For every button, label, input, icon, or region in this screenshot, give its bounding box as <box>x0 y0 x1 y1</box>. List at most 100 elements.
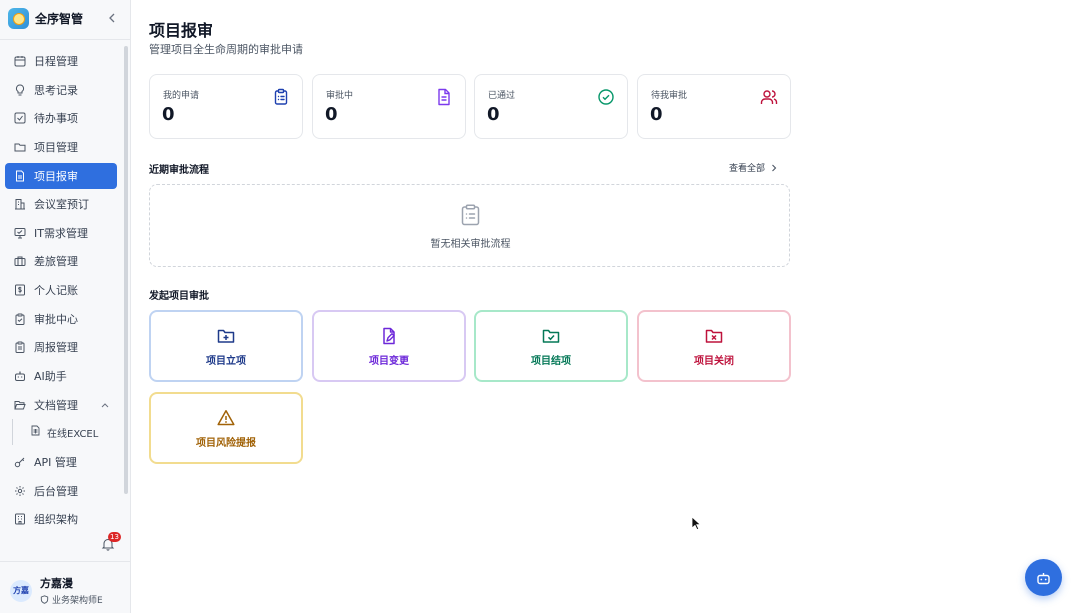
lightbulb-icon <box>13 83 26 96</box>
report-icon <box>13 341 26 354</box>
sidebar-item-online-excel[interactable]: 在线EXCEL <box>30 419 98 445</box>
view-all-link[interactable]: 查看全部 <box>729 161 777 174</box>
divider <box>0 39 130 40</box>
notification-badge: 13 <box>108 532 121 542</box>
chevron-up-icon[interactable] <box>101 398 109 411</box>
action-label: 项目结项 <box>531 356 571 367</box>
action-label: 项目风险提报 <box>196 438 256 449</box>
org-icon <box>13 513 26 526</box>
chevron-left-icon <box>109 13 115 23</box>
sidebar-item-project-review[interactable]: 项目报审 <box>5 162 117 189</box>
sidebar-item-label: 项目报审 <box>34 169 78 183</box>
calendar-icon <box>13 55 26 68</box>
sidebar-item-travel[interactable]: 差旅管理 <box>5 248 117 274</box>
user-profile[interactable]: 方嘉 方嘉漫 业务架构师E <box>10 575 103 606</box>
action-project-initiation[interactable]: 项目立项 <box>149 310 303 382</box>
stat-card-in-review[interactable]: 审批中 0 <box>312 74 466 139</box>
checkbox-icon <box>13 112 26 125</box>
sidebar-item-it-requests[interactable]: IT需求管理 <box>5 220 117 246</box>
folder-check-icon <box>542 329 560 343</box>
sidebar-item-thoughts[interactable]: 思考记录 <box>5 77 117 103</box>
dollar-icon <box>13 284 26 297</box>
sidebar-item-label: 后台管理 <box>34 484 78 498</box>
recent-approvals-title: 近期审批流程 <box>149 165 209 176</box>
action-label: 项目关闭 <box>694 356 734 367</box>
clipboard-empty-icon <box>461 204 480 226</box>
subnav-line <box>12 419 13 445</box>
sidebar-item-label: 差旅管理 <box>34 255 78 269</box>
sidebar-item-label: 周报管理 <box>34 341 78 355</box>
sidebar-scrollbar[interactable] <box>124 46 128 494</box>
app-logo-icon <box>8 8 29 29</box>
file-text-icon <box>438 88 450 106</box>
building-icon <box>13 198 26 211</box>
folder-icon <box>13 140 26 153</box>
chevron-right-icon <box>772 164 777 171</box>
empty-state-text: 暂无相关审批流程 <box>430 239 511 250</box>
user-role-label: 业务架构师E <box>52 596 103 606</box>
page-title: 项目报审 <box>149 21 214 40</box>
clipboard-icon <box>13 312 26 325</box>
sidebar-item-api[interactable]: API 管理 <box>5 449 117 475</box>
sidebar-subnav: 在线EXCEL <box>12 419 112 445</box>
monitor-icon <box>13 226 26 239</box>
collapse-sidebar-button[interactable] <box>105 11 119 25</box>
check-circle-icon <box>598 89 614 105</box>
stat-card-approved[interactable]: 已通过 0 <box>474 74 628 139</box>
sidebar-item-ai-assistant[interactable]: AI助手 <box>5 363 117 389</box>
sidebar-item-label: 文档管理 <box>34 398 78 412</box>
sidebar-item-org[interactable]: 组织架构 <box>5 506 117 532</box>
sidebar-item-label: API 管理 <box>34 455 77 469</box>
sidebar: 全序智管 日程管理 思考记录 待办事项 项目管理 项目报审 会议室预订 IT需求… <box>0 0 131 613</box>
users-icon <box>760 90 778 104</box>
user-info: 方嘉漫 业务架构师E <box>40 575 103 606</box>
file-edit-icon <box>383 327 395 345</box>
folder-plus-icon <box>217 329 235 343</box>
user-role: 业务架构师E <box>40 593 103 606</box>
action-project-change[interactable]: 项目变更 <box>312 310 466 382</box>
folder-open-icon <box>13 398 26 411</box>
stat-label: 已通过 <box>488 91 516 101</box>
sidebar-item-accounting[interactable]: 个人记账 <box>5 277 117 303</box>
page-subtitle: 管理项目全生命周期的审批申请 <box>149 43 303 56</box>
main-content: 项目报审 管理项目全生命周期的审批申请 我的申请 0 审批中 0 已通过 0 待… <box>131 0 1078 613</box>
sidebar-item-schedule[interactable]: 日程管理 <box>5 48 117 74</box>
stat-label: 待我审批 <box>651 91 688 101</box>
start-approval-title: 发起项目审批 <box>149 291 209 302</box>
action-project-close[interactable]: 项目关闭 <box>637 310 791 382</box>
sidebar-item-admin[interactable]: 后台管理 <box>5 478 117 504</box>
stat-value: 0 <box>487 104 500 125</box>
stat-card-my-requests[interactable]: 我的申请 0 <box>149 74 303 139</box>
action-project-completion[interactable]: 项目结项 <box>474 310 628 382</box>
sidebar-item-label: 待办事项 <box>34 112 78 126</box>
sidebar-item-weekly-report[interactable]: 周报管理 <box>5 334 117 360</box>
spreadsheet-icon <box>30 425 41 439</box>
briefcase-icon <box>13 255 26 268</box>
sidebar-item-label: 审批中心 <box>34 312 78 326</box>
gear-icon <box>13 484 26 497</box>
sidebar-item-projects[interactable]: 项目管理 <box>5 134 117 160</box>
sidebar-item-documents[interactable]: 文档管理 <box>5 392 117 418</box>
sidebar-subitem-label: 在线EXCEL <box>47 428 99 440</box>
sidebar-item-label: 会议室预订 <box>34 198 89 212</box>
shield-icon <box>40 595 49 604</box>
sidebar-item-label: AI助手 <box>34 370 67 384</box>
ai-assistant-fab[interactable] <box>1025 559 1062 596</box>
sidebar-item-meeting-room[interactable]: 会议室预订 <box>5 191 117 217</box>
key-icon <box>13 455 26 468</box>
robot-icon <box>13 370 26 383</box>
sidebar-item-label: IT需求管理 <box>34 226 88 240</box>
document-icon <box>13 169 26 182</box>
app-name: 全序智管 <box>35 12 84 26</box>
stat-label: 审批中 <box>326 91 354 101</box>
sidebar-item-label: 组织架构 <box>34 513 78 527</box>
stat-card-pending-my-approval[interactable]: 待我审批 0 <box>637 74 791 139</box>
user-name: 方嘉漫 <box>40 577 73 590</box>
action-project-risk-report[interactable]: 项目风险提报 <box>149 392 303 464</box>
sidebar-item-todo[interactable]: 待办事项 <box>5 105 117 131</box>
sidebar-nav: 日程管理 思考记录 待办事项 项目管理 项目报审 会议室预订 IT需求管理 差旅… <box>5 48 117 535</box>
mouse-cursor-icon <box>691 516 701 531</box>
sidebar-item-approval-center[interactable]: 审批中心 <box>5 306 117 332</box>
sidebar-item-label: 日程管理 <box>34 55 78 68</box>
brand[interactable]: 全序智管 <box>8 8 83 29</box>
